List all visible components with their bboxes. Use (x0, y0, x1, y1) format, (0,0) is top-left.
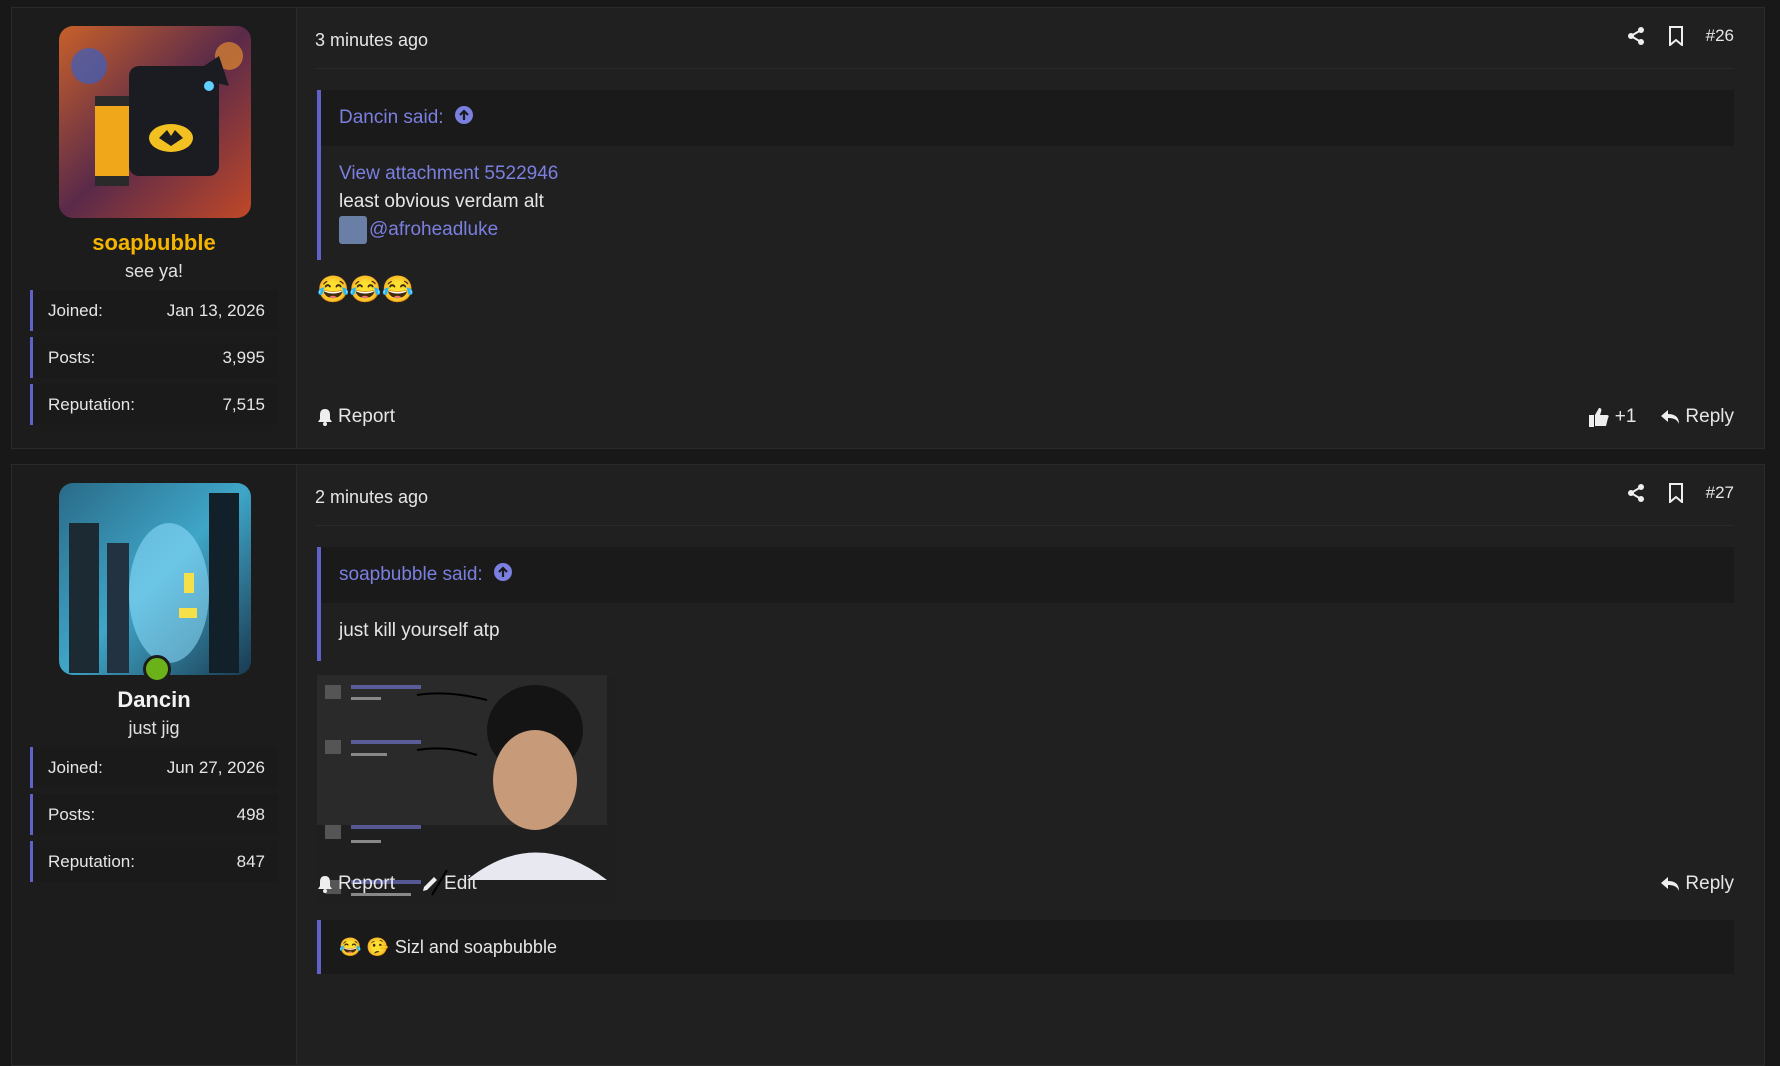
reply-icon (1661, 410, 1680, 424)
quote-header[interactable]: Dancin said: (321, 90, 1734, 146)
quote-body: just kill yourself atp (321, 603, 1734, 661)
username[interactable]: soapbubble (12, 230, 296, 256)
bookmark-icon[interactable] (1668, 26, 1684, 46)
report-label: Report (338, 873, 396, 894)
stat-label: Joined: (48, 757, 103, 777)
post-author-sidebar: Dancin just jig Joined: Jun 27, 2026 Pos… (12, 465, 297, 1065)
avatar[interactable] (59, 26, 251, 218)
stat-joined: Joined: Jun 27, 2026 (30, 747, 278, 788)
share-icon[interactable] (1626, 483, 1646, 503)
reply-button[interactable]: Reply (1660, 406, 1734, 428)
stat-value: Jan 13, 2026 (166, 300, 265, 320)
post-time[interactable]: 2 minutes ago (315, 487, 428, 508)
pencil-icon (423, 877, 438, 891)
divider (315, 68, 1734, 69)
mention-avatar (339, 216, 367, 244)
stat-joined: Joined: Jan 13, 2026 (30, 290, 278, 331)
stat-reputation: Reputation: 7,515 (30, 384, 278, 425)
like-button[interactable]: +1 (1588, 406, 1637, 428)
stat-value: 847 (236, 851, 265, 871)
bell-icon (318, 409, 332, 426)
post-main: 3 minutes ago #26 Dancin said: View atta… (297, 8, 1764, 448)
stat-reputation: Reputation: 847 (30, 841, 278, 882)
quote-author[interactable]: Dancin said: (339, 107, 444, 129)
stat-label: Joined: (48, 300, 103, 320)
bookmark-icon[interactable] (1668, 483, 1684, 503)
report-button[interactable]: Report (317, 873, 395, 895)
post-main: 2 minutes ago #27 soapbubble said: just … (297, 465, 1764, 1065)
quote-block: Dancin said: View attachment 5522946 lea… (317, 90, 1734, 261)
like-count: +1 (1614, 406, 1637, 427)
edit-button[interactable]: Edit (421, 873, 477, 895)
stat-value: Jun 27, 2026 (166, 757, 265, 777)
reply-icon (1661, 877, 1680, 891)
post-actions-left: Report Edit (317, 873, 477, 895)
quote-author[interactable]: soapbubble said: (339, 564, 483, 586)
share-icon[interactable] (1626, 26, 1646, 46)
online-status-dot (143, 655, 171, 683)
post-number[interactable]: #26 (1706, 26, 1734, 46)
avatar[interactable] (59, 483, 251, 675)
reaction-users[interactable]: Sizl and soapbubble (395, 937, 557, 958)
post-27: Dancin just jig Joined: Jun 27, 2026 Pos… (11, 464, 1765, 1066)
divider (315, 525, 1734, 526)
post-actions-right: Reply (1660, 873, 1734, 895)
report-button[interactable]: Report (317, 406, 395, 428)
attachment-link[interactable]: View attachment 5522946 (339, 160, 1716, 188)
reaction-emojis: 😂 🤥 (339, 936, 389, 957)
stat-value: 498 (236, 804, 265, 824)
quote-header[interactable]: soapbubble said: (321, 547, 1734, 603)
arrow-up-circle-icon[interactable] (454, 105, 474, 131)
post-meta-actions: #27 (1626, 483, 1734, 503)
reply-label: Reply (1685, 406, 1734, 427)
report-label: Report (338, 406, 396, 427)
user-stats: Joined: Jan 13, 2026 Posts: 3,995 Reputa… (30, 290, 278, 431)
arrow-up-circle-icon[interactable] (493, 562, 513, 588)
post-author-sidebar: soapbubble see ya! Joined: Jan 13, 2026 … (12, 8, 297, 448)
stat-label: Posts: (48, 804, 96, 824)
user-title: just jig (128, 718, 180, 738)
post-actions-right: +1 Reply (1588, 406, 1734, 428)
reactions-bar[interactable]: 😂 🤥 Sizl and soapbubble (317, 920, 1734, 974)
post-time[interactable]: 3 minutes ago (315, 30, 428, 51)
stat-label: Reputation: (48, 394, 135, 414)
bell-icon (318, 876, 332, 893)
post-26: soapbubble see ya! Joined: Jan 13, 2026 … (11, 7, 1765, 449)
user-title: see ya! (124, 261, 184, 281)
post-body-emoji: 😂😂😂 (317, 274, 415, 304)
post-number[interactable]: #27 (1706, 483, 1734, 503)
stat-posts: Posts: 498 (30, 794, 278, 835)
reply-label: Reply (1685, 873, 1734, 894)
user-stats: Joined: Jun 27, 2026 Posts: 498 Reputati… (30, 747, 278, 888)
post-meta-actions: #26 (1626, 26, 1734, 46)
post-actions-left: Report (317, 406, 395, 428)
quote-text: least obvious verdam alt (339, 191, 544, 212)
username[interactable]: Dancin (12, 687, 296, 713)
post-image-attachment[interactable] (317, 675, 617, 905)
reply-button[interactable]: Reply (1660, 873, 1734, 895)
stat-label: Posts: (48, 347, 96, 367)
edit-label: Edit (444, 873, 477, 894)
stat-value: 3,995 (222, 347, 265, 367)
quote-block: soapbubble said: just kill yourself atp (317, 547, 1734, 661)
thumbs-up-icon (1588, 408, 1609, 427)
stat-label: Reputation: (48, 851, 135, 871)
quote-text: just kill yourself atp (339, 620, 500, 641)
stat-value: 7,515 (222, 394, 265, 414)
mention-link[interactable]: @afroheadluke (369, 219, 498, 240)
quote-body: View attachment 5522946 least obvious ve… (321, 146, 1734, 261)
stat-posts: Posts: 3,995 (30, 337, 278, 378)
